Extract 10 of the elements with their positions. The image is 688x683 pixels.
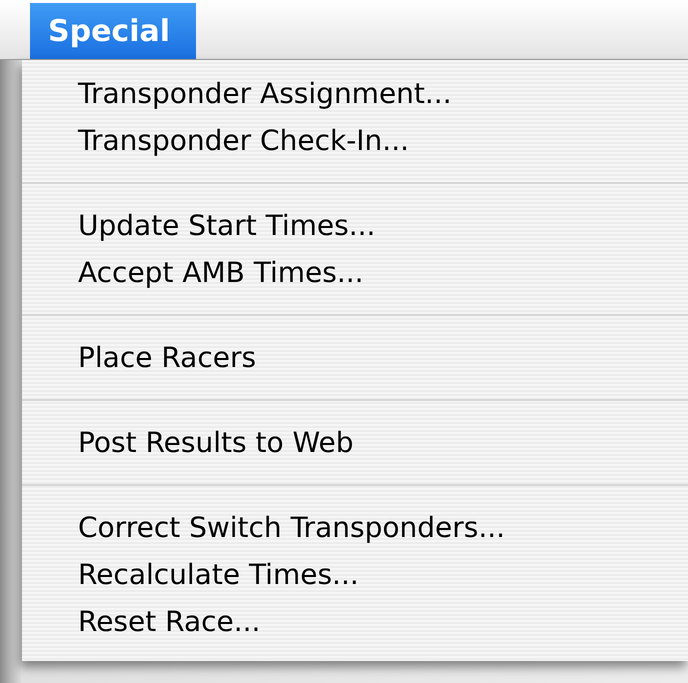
menu-item[interactable]: Transponder Check-In...: [22, 117, 688, 164]
menu-item[interactable]: Recalculate Times...: [22, 551, 688, 598]
menu-item[interactable]: Place Racers: [22, 334, 688, 381]
menu-item[interactable]: Reset Race...: [22, 598, 688, 645]
menu-item[interactable]: Update Start Times...: [22, 202, 688, 249]
menu-item[interactable]: Transponder Assignment...: [22, 70, 688, 117]
menu-item[interactable]: Correct Switch Transponders...: [22, 504, 688, 551]
menu-title[interactable]: Special: [30, 3, 196, 59]
menu-item[interactable]: Accept AMB Times...: [22, 249, 688, 296]
menu-item[interactable]: Post Results to Web: [22, 419, 688, 466]
